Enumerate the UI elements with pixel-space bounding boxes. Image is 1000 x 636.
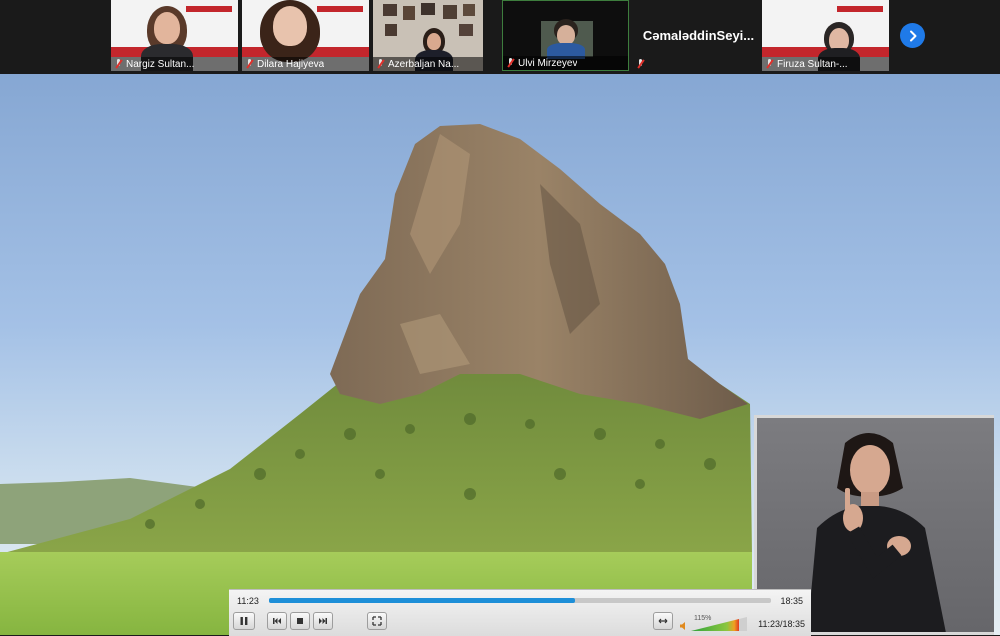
chevron-right-icon [909, 30, 916, 41]
stop-icon [297, 618, 303, 624]
mic-muted-icon [376, 59, 385, 69]
participant-name: Firuza Sultan-... [777, 58, 848, 70]
fullscreen-icon [372, 616, 382, 626]
mic-muted-icon [765, 59, 774, 69]
participant-tile[interactable]: Azerbaljan Na... [373, 0, 483, 71]
seek-progress [269, 598, 576, 603]
next-icon [319, 618, 327, 624]
previous-icon [273, 618, 281, 624]
seek-bar[interactable] [269, 598, 771, 603]
fullscreen-button[interactable] [367, 612, 387, 630]
participant-tile[interactable]: Dilara Hajiyeva [242, 0, 369, 71]
participant-name-bar: Ulvi Mirzeyev [503, 56, 628, 70]
participant-name: Ulvi Mirzeyev [518, 57, 578, 69]
media-player-controls: 11:23 18:35 115% 11:23/18:35 [229, 589, 811, 636]
aspect-ratio-button[interactable] [653, 612, 673, 630]
participant-name: CəmaləddinSeyi... [642, 28, 755, 43]
mic-muted-icon [245, 59, 254, 69]
next-participants-button[interactable] [900, 23, 925, 48]
participant-name-bar: Azerbaljan Na... [373, 57, 483, 71]
pause-button[interactable] [233, 612, 255, 630]
next-button[interactable] [313, 612, 333, 630]
aspect-icon [658, 618, 668, 624]
previous-button[interactable] [267, 612, 287, 630]
time-readout: 11:23/18:35 [758, 619, 805, 629]
participant-strip: Nargiz Sultan... Dilara Hajiyeva Azerbal… [0, 0, 1000, 74]
participant-tile-active[interactable]: Ulvi Mirzeyev [502, 0, 629, 71]
participant-tile[interactable]: Nargiz Sultan... [111, 0, 238, 71]
mic-muted-icon [506, 58, 515, 68]
participant-name-bar: Firuza Sultan-... [762, 57, 889, 71]
stop-button[interactable] [290, 612, 310, 630]
pause-icon [240, 617, 248, 625]
participant-name: Nargiz Sultan... [126, 58, 195, 70]
mic-muted-icon [114, 59, 123, 69]
elapsed-time: 11:23 [237, 596, 259, 606]
total-time: 18:35 [780, 596, 803, 606]
participant-name: Dilara Hajiyeva [257, 58, 325, 70]
volume-slider[interactable] [691, 617, 747, 631]
speaker-icon[interactable] [679, 621, 689, 631]
participant-name-bar: Dilara Hajiyeva [242, 57, 369, 71]
participant-name: Azerbaljan Na... [388, 58, 460, 70]
participant-tile[interactable]: Firuza Sultan-... [762, 0, 889, 71]
participant-name-bar: Nargiz Sultan... [111, 57, 238, 71]
